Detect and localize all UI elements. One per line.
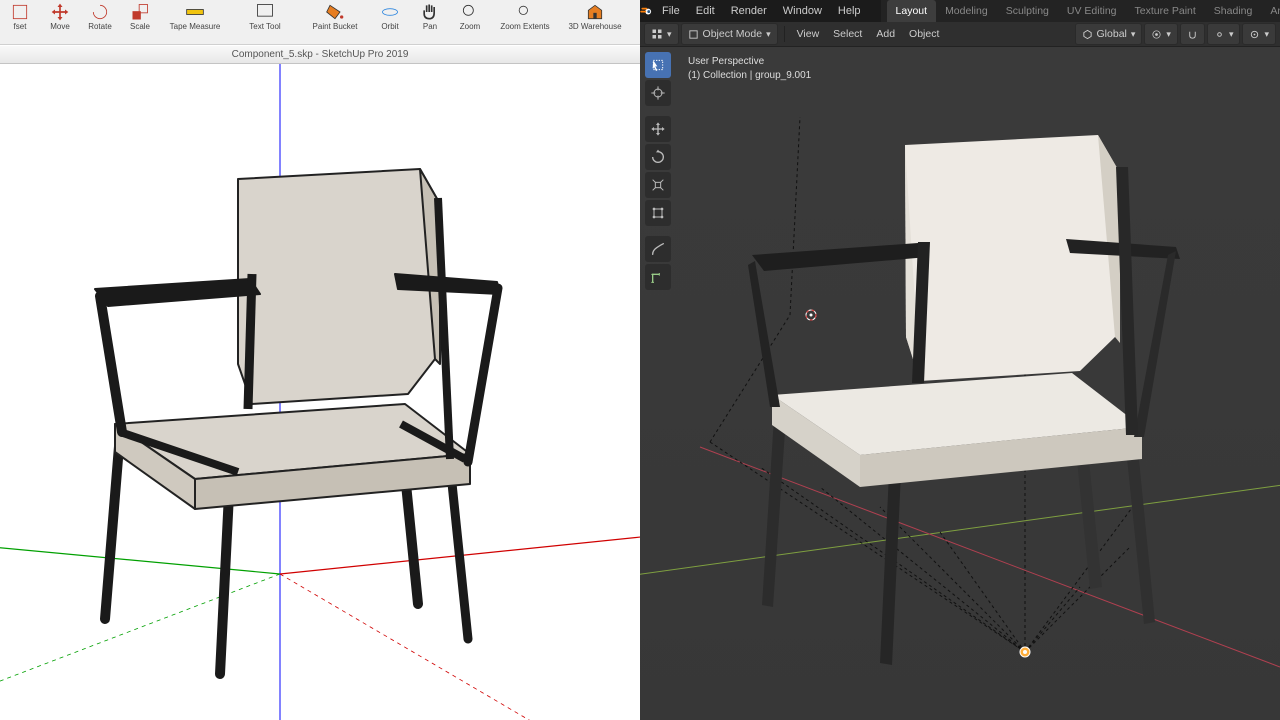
- tool-rotate[interactable]: [645, 144, 671, 170]
- workspace-tab-texture-paint[interactable]: Texture Paint: [1126, 0, 1205, 22]
- cursor-3d-icon: [806, 310, 816, 320]
- object-origin-icon: [1020, 647, 1030, 657]
- su-tool-label: Paint Bucket: [313, 23, 358, 31]
- su-tool-offset[interactable]: fset: [0, 2, 40, 31]
- chair-model-sketchup: [95, 169, 500, 674]
- su-tool-label: Zoom: [460, 23, 480, 31]
- orbit-icon: [380, 2, 400, 22]
- chair-model-blender: [748, 135, 1180, 665]
- su-tool-rotate[interactable]: Rotate: [80, 2, 120, 31]
- su-tool-label: 3D Warehouse: [568, 23, 621, 31]
- zoomext-icon: [515, 2, 535, 22]
- mode-label: Object Mode: [703, 28, 763, 40]
- su-tool-label: Text Tool: [249, 23, 280, 31]
- workspace-tab-shading[interactable]: Shading: [1205, 0, 1262, 22]
- snap-mode-button[interactable]: ▾: [1207, 23, 1241, 45]
- su-tool-text[interactable]: A1Text Tool: [230, 2, 300, 31]
- orientation-button[interactable]: Global ▾: [1075, 23, 1143, 45]
- menu-file[interactable]: File: [654, 0, 688, 22]
- 3dw-icon: [585, 2, 605, 22]
- editor-type-button[interactable]: ▾: [644, 23, 679, 45]
- info-perspective: User Perspective: [688, 55, 811, 69]
- su-tool-zoomext[interactable]: Zoom Extents: [490, 2, 560, 31]
- su-tool-label: fset: [14, 23, 27, 31]
- menu-help[interactable]: Help: [830, 0, 869, 22]
- su-tool-label: Scale: [130, 23, 150, 31]
- axis-x: [700, 447, 1280, 667]
- orientation-label: Global: [1097, 28, 1127, 40]
- header-menu-view[interactable]: View: [791, 24, 826, 44]
- su-tool-zoom[interactable]: Zoom: [450, 2, 490, 31]
- su-tool-bucket[interactable]: Paint Bucket: [300, 2, 370, 31]
- text-icon: A1: [255, 2, 275, 22]
- sketchup-title: Component_5.skp - SketchUp Pro 2019: [232, 49, 409, 60]
- move-icon: [50, 2, 70, 22]
- blender-window: FileEditRenderWindowHelp LayoutModelingS…: [640, 0, 1280, 720]
- scale-icon: [130, 2, 150, 22]
- su-tool-label: Orbit: [381, 23, 398, 31]
- axis-y-dash: [0, 574, 280, 704]
- axis-y-solid: [0, 544, 280, 574]
- pivot-button[interactable]: ▾: [1144, 23, 1178, 45]
- axis-y: [640, 477, 1280, 577]
- su-tool-orbit[interactable]: Orbit: [370, 2, 410, 31]
- tool-transform[interactable]: [645, 200, 671, 226]
- tool-move[interactable]: [645, 116, 671, 142]
- sketchup-toolbar: fset Move Rotate Scale Tape Measure A1Text To…: [0, 0, 640, 45]
- snap-button[interactable]: [1180, 23, 1205, 45]
- tool-cursor[interactable]: [645, 80, 671, 106]
- blender-logo-icon: [640, 0, 654, 22]
- zoom-icon: [460, 2, 480, 22]
- menu-edit[interactable]: Edit: [688, 0, 723, 22]
- workspace-tab-layout[interactable]: Layout: [887, 0, 937, 22]
- workspace-tab-animation[interactable]: Animation: [1261, 0, 1280, 22]
- blender-scene: [640, 47, 1280, 720]
- sketchup-titlebar: Component_5.skp - SketchUp Pro 2019: [0, 45, 640, 64]
- su-tool-3dw[interactable]: 3D Warehouse: [560, 2, 630, 31]
- viewport-info: User Perspective (1) Collection | group_…: [688, 55, 811, 83]
- su-tool-pan[interactable]: Pan: [410, 2, 450, 31]
- header-menu-select[interactable]: Select: [827, 24, 868, 44]
- header-menu-add[interactable]: Add: [870, 24, 901, 44]
- su-tool-label: Tape Measure: [170, 23, 221, 31]
- tool-scale[interactable]: [645, 172, 671, 198]
- blender-3dview-header: ▾ Object Mode ▾ ViewSelectAddObject Glob…: [640, 22, 1280, 47]
- sketchup-window: fset Move Rotate Scale Tape Measure A1Text To…: [0, 0, 640, 720]
- mode-select-button[interactable]: Object Mode ▾: [681, 23, 778, 45]
- su-tool-label: Move: [50, 23, 70, 31]
- header-menu-object[interactable]: Object: [903, 24, 945, 44]
- workspace-tab-uv-editing[interactable]: UV Editing: [1058, 0, 1126, 22]
- tape-icon: [185, 2, 205, 22]
- sketchup-viewport[interactable]: [0, 64, 640, 720]
- su-tool-label: Rotate: [88, 23, 112, 31]
- su-tool-label: Zoom Extents: [500, 23, 549, 31]
- su-tool-scale[interactable]: Scale: [120, 2, 160, 31]
- workspace-tab-sculpting[interactable]: Sculpting: [997, 0, 1058, 22]
- pan-icon: [420, 2, 440, 22]
- su-tool-move[interactable]: Move: [40, 2, 80, 31]
- blender-tool-shelf: [645, 52, 671, 290]
- axis-x-dash: [280, 574, 570, 720]
- menu-render[interactable]: Render: [723, 0, 775, 22]
- proportional-button[interactable]: ▾: [1242, 23, 1276, 45]
- blender-viewport[interactable]: User Perspective (1) Collection | group_…: [640, 47, 1280, 720]
- workspace-tab-modeling[interactable]: Modeling: [936, 0, 997, 22]
- su-tool-ext[interactable]: Extension Warehouse: [630, 2, 640, 31]
- su-tool-tape[interactable]: Tape Measure: [160, 2, 230, 31]
- tool-select-box[interactable]: [645, 52, 671, 78]
- blender-menubar: FileEditRenderWindowHelp LayoutModelingS…: [640, 0, 1280, 22]
- su-tool-label: Pan: [423, 23, 437, 31]
- rotate-icon: [90, 2, 110, 22]
- tool-measure[interactable]: [645, 264, 671, 290]
- info-collection: (1) Collection | group_9.001: [688, 69, 811, 83]
- sketchup-scene: [0, 64, 640, 720]
- bucket-icon: [325, 2, 345, 22]
- blender-workspace-tabs: LayoutModelingSculptingUV EditingTexture…: [881, 0, 1280, 22]
- offset-icon: [10, 2, 30, 22]
- tool-annotate[interactable]: [645, 236, 671, 262]
- menu-window[interactable]: Window: [775, 0, 830, 22]
